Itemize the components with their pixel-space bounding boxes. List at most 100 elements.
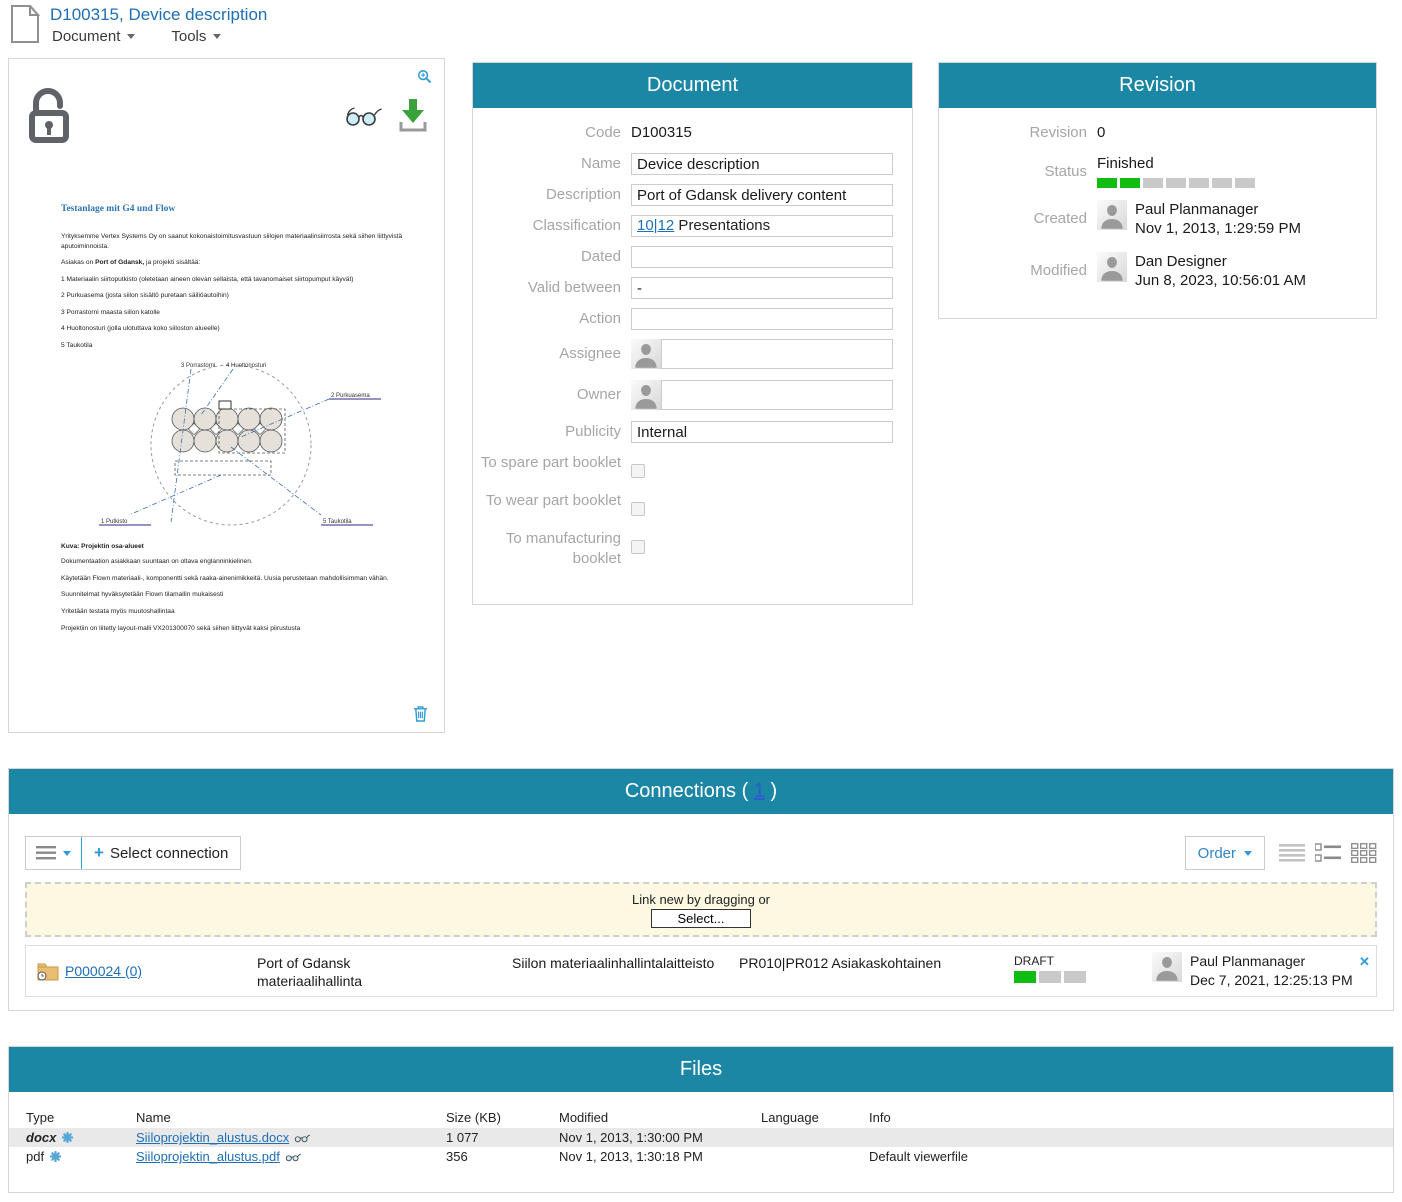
field-description: Description — [473, 184, 898, 206]
status-progress — [1097, 178, 1255, 188]
connections-count-link[interactable]: 1 — [754, 780, 765, 803]
menu-tools[interactable]: Tools — [171, 28, 221, 45]
field-publicity: Publicity — [473, 421, 898, 443]
connections-header: Connections ( 1 ) — [9, 769, 1393, 814]
svg-text:3 Porrastorni: 3 Porrastorni — [181, 363, 215, 369]
remove-connection-icon[interactable]: ✕ — [1359, 946, 1380, 970]
preview-caption: Kuva: Projektin osa-alueet — [61, 543, 432, 550]
connection-row: P000024 (0) Port of Gdansk materiaalihal… — [25, 945, 1377, 997]
field-action: Action — [473, 308, 898, 330]
modified-date: Jun 8, 2023, 10:56:01 AM — [1135, 271, 1306, 290]
publicity-input[interactable] — [631, 421, 893, 443]
file-size: 356 — [446, 1149, 559, 1164]
field-classification: Classification 10|12 Presentations — [473, 215, 898, 237]
modified-avatar — [1097, 252, 1127, 282]
svg-text:2 Purkuasema: 2 Purkuasema — [331, 393, 370, 399]
files-section: Files Type Name Size (KB) Modified Langu… — [8, 1046, 1394, 1193]
document-preview: Testanlage mit G4 und Flow Yrityksemme V… — [61, 204, 432, 640]
action-input[interactable] — [631, 308, 893, 330]
view-file-icon[interactable] — [294, 1133, 310, 1143]
connection-status-progress — [1014, 971, 1152, 983]
top-header: D100315, Device description Document Too… — [10, 5, 267, 45]
hamburger-icon — [36, 846, 56, 860]
file-menu-gear-icon[interactable] — [62, 1132, 73, 1143]
connection-classification: PR010|PR012 Asiakaskohtainen — [739, 946, 1014, 972]
menu-document[interactable]: Document — [52, 28, 135, 45]
preview-doc-title: Testanlage mit G4 und Flow — [61, 204, 432, 214]
name-input[interactable] — [631, 153, 893, 175]
zoom-preview-icon[interactable] — [417, 69, 432, 84]
owner-avatar — [631, 380, 661, 410]
classification-link[interactable]: 10|12 — [637, 217, 674, 234]
connection-user: Paul Planmanager — [1190, 952, 1353, 971]
wear-part-checkbox[interactable] — [631, 502, 645, 516]
file-row: pdf Siiloprojektin_alustus.pdf — [9, 1147, 1393, 1166]
svg-text:4 Huoltonosturi: 4 Huoltonosturi — [226, 363, 266, 369]
order-button[interactable]: Order — [1185, 836, 1265, 870]
field-dated: Dated — [473, 246, 898, 268]
connection-name: Port of Gdansk materiaalihallinta — [257, 946, 387, 990]
status-value: Finished — [1097, 153, 1255, 175]
document-panel: Document Code D100315 Name Description C… — [472, 62, 913, 605]
detail-view-icon[interactable] — [1315, 843, 1341, 863]
created-avatar — [1097, 200, 1127, 230]
file-link[interactable]: Siiloprojektin_alustus.pdf — [136, 1149, 280, 1164]
field-manufacturing: To manufacturing booklet — [473, 528, 898, 569]
connections-toolbar: + Select connection Order — [25, 836, 1377, 870]
view-file-icon[interactable] — [285, 1152, 301, 1162]
field-modified: Modified Dan Designer Jun 8, 2023, 10:56… — [939, 252, 1362, 290]
list-view-icon[interactable] — [1279, 843, 1305, 863]
field-status: Status Finished — [939, 153, 1362, 188]
document-panel-header: Document — [473, 63, 912, 108]
document-icon — [10, 5, 40, 43]
description-input[interactable] — [631, 184, 893, 206]
file-modified: Nov 1, 2013, 1:30:18 PM — [559, 1149, 761, 1164]
assignee-avatar — [631, 339, 661, 369]
file-menu-gear-icon[interactable] — [50, 1151, 61, 1162]
created-date: Nov 1, 2013, 1:29:59 PM — [1135, 219, 1301, 238]
field-valid-between: Valid between — [473, 277, 898, 299]
field-created: Created Paul Planmanager Nov 1, 2013, 1:… — [939, 200, 1362, 238]
field-name: Name — [473, 153, 898, 175]
valid-between-input[interactable] — [631, 277, 893, 299]
svg-text:5 Taukotila: 5 Taukotila — [323, 519, 352, 525]
file-size: 1 077 — [446, 1130, 559, 1145]
connection-code-link[interactable]: P000024 (0) — [65, 963, 142, 979]
file-modified: Nov 1, 2013, 1:30:00 PM — [559, 1130, 761, 1145]
select-button[interactable]: Select... — [651, 909, 752, 928]
download-icon[interactable] — [398, 97, 428, 133]
field-code: Code D100315 — [473, 122, 898, 144]
field-revision: Revision 0 — [939, 122, 1362, 144]
manufacturing-checkbox[interactable] — [631, 540, 645, 554]
classification-input[interactable]: 10|12 Presentations — [631, 215, 893, 237]
folder-clock-icon — [37, 961, 59, 981]
svg-text:1 Putkisto: 1 Putkisto — [101, 519, 128, 525]
trash-icon[interactable] — [413, 705, 428, 722]
connection-status: DRAFT — [1014, 946, 1152, 983]
grid-view-icon[interactable] — [1351, 843, 1377, 863]
chevron-down-icon — [63, 851, 71, 856]
owner-input[interactable] — [661, 380, 893, 410]
assignee-input[interactable] — [661, 339, 893, 369]
page-title: D100315, Device description — [50, 5, 267, 25]
menu-bar: Document Tools — [50, 28, 267, 45]
unlocked-icon — [27, 87, 71, 143]
modified-user: Dan Designer — [1135, 252, 1306, 271]
chevron-down-icon — [127, 34, 135, 39]
files-header: Files — [9, 1047, 1393, 1092]
page: D100315, Device description Document Too… — [0, 0, 1402, 1202]
file-link[interactable]: Siiloprojektin_alustus.docx — [136, 1130, 289, 1145]
spare-part-checkbox[interactable] — [631, 464, 645, 478]
field-wear-part: To wear part booklet — [473, 490, 898, 516]
field-assignee: Assignee — [473, 339, 898, 369]
chevron-down-icon — [1244, 851, 1252, 856]
dated-input[interactable] — [631, 246, 893, 268]
revision-panel: Revision Revision 0 Status Finished Crea… — [938, 62, 1377, 319]
connection-date: Dec 7, 2021, 12:25:13 PM — [1190, 971, 1353, 990]
view-glasses-icon[interactable] — [344, 105, 382, 127]
field-spare-part: To spare part booklet — [473, 452, 898, 478]
connections-menu-button[interactable] — [26, 837, 81, 869]
link-dropzone[interactable]: Link new by dragging or Select... — [25, 882, 1377, 937]
file-type: pdf — [26, 1149, 44, 1164]
select-connection-button[interactable]: + Select connection — [82, 837, 240, 869]
